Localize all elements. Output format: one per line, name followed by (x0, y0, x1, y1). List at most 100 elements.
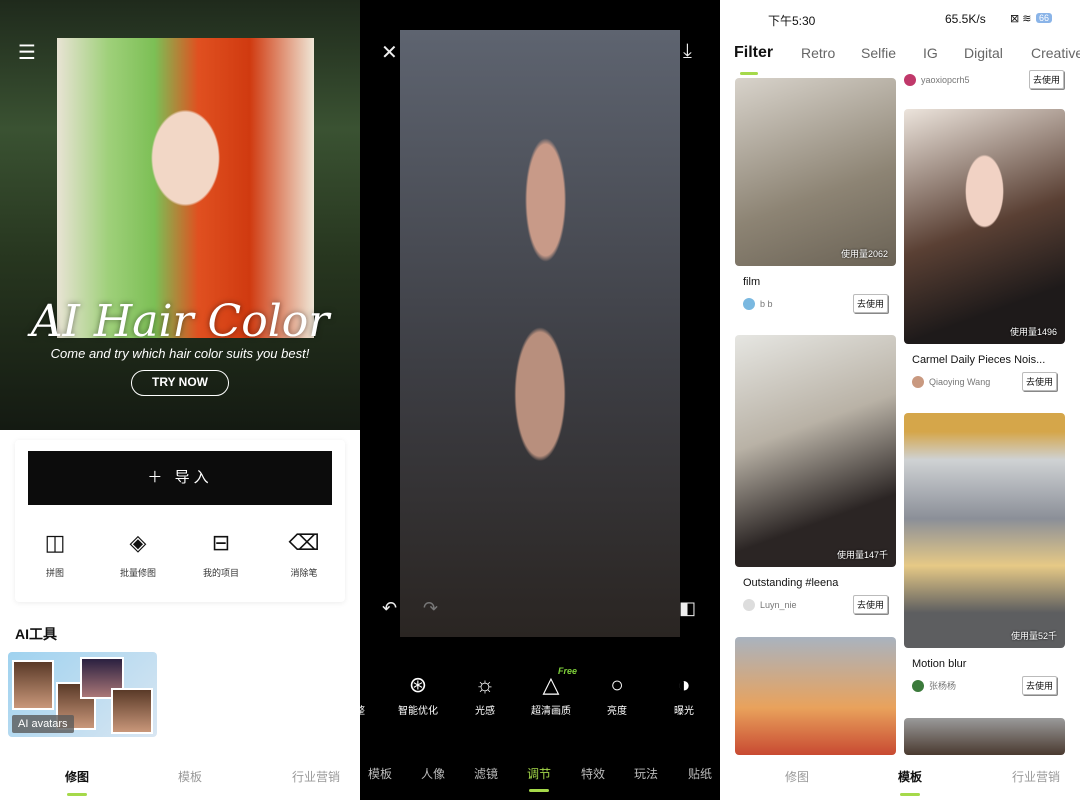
compare-icon[interactable]: ◧ (679, 598, 696, 619)
filter-card[interactable]: 使用量2062 film b b 去使用 (735, 78, 896, 313)
smart-optimize-icon: ⊛ (408, 672, 428, 697)
wifi-icon: ⊠ ≋ (1010, 13, 1032, 25)
tab-filter[interactable]: Filter (734, 44, 773, 62)
usage-count: 使用量147千 (836, 550, 888, 560)
brightness-icon: ○ (610, 672, 624, 697)
tab-digital[interactable]: Digital (964, 45, 1003, 61)
filter-preview[interactable] (904, 718, 1065, 755)
filter-preview: 使用量52千 (904, 413, 1065, 648)
tab-effects[interactable]: 特效 (573, 765, 613, 782)
tab-active-indicator (529, 789, 549, 792)
use-button[interactable]: 去使用 (1028, 70, 1064, 89)
tab-ig[interactable]: IG (923, 45, 938, 61)
paint-bucket-icon: ◈ (129, 530, 147, 555)
tool-label: 批量修图 (119, 568, 156, 578)
collage-icon: ◫ (44, 530, 66, 555)
nav-active-indicator (900, 793, 920, 796)
filter-preview: 使用量147千 (735, 335, 896, 567)
smart-optimize-tool[interactable]: ⊛ 智能优化 (388, 672, 448, 717)
tool-label: 调整 (360, 702, 385, 717)
status-time: 下午5:30 (768, 14, 816, 28)
filter-title: Outstanding #leena (743, 577, 839, 589)
ai-tools-heading: AI工具 (15, 626, 57, 642)
tab-templates[interactable]: 模板 (360, 765, 400, 782)
tool-label: 消除笔 (290, 568, 318, 578)
tab-selfie[interactable]: Selfie (861, 45, 896, 61)
tab-retro[interactable]: Retro (801, 45, 835, 61)
banner-image (57, 38, 314, 338)
tab-adjust[interactable]: 调节 (519, 765, 559, 782)
editor-screen: ✕ ⤓ ↶ ↷ ◧ ◐ 调整 ⊛ 智能优化 ☼ 光感 △ 超清画质 Free ○ 亮度 ◑… (360, 0, 720, 800)
ai-avatars-label: AI avatars (12, 715, 74, 733)
adjust-icon: ◐ (360, 672, 385, 700)
nav-marketing[interactable]: 行业营销 (276, 768, 356, 785)
use-button[interactable]: 去使用 (1021, 372, 1057, 391)
filter-preview: 使用量2062 (735, 78, 896, 266)
filter-card[interactable]: 使用量52千 Motion blur 张杨杨 去使用 (904, 413, 1065, 695)
close-icon[interactable]: ✕ (381, 40, 398, 65)
tool-my-projects[interactable]: ⊟ 我的项目 (181, 530, 261, 579)
avatar (912, 679, 924, 692)
banner-subtitle: Come and try which hair color suits you … (50, 346, 310, 361)
ai-avatars-card[interactable]: AI avatars (8, 652, 157, 737)
download-icon[interactable]: ⤓ (683, 40, 692, 63)
avatar (743, 598, 755, 611)
tool-label: 我的项目 (202, 568, 239, 578)
exposure-icon: ◑ (677, 672, 691, 697)
filter-card[interactable]: 使用量147千 Outstanding #leena Luyn_nie 去使用 (735, 335, 896, 614)
light-tool[interactable]: ☼ 光感 (455, 672, 515, 717)
author-name: 张杨杨 (929, 681, 957, 691)
try-now-button[interactable]: TRY NOW (131, 370, 229, 396)
tab-portrait[interactable]: 人像 (413, 765, 453, 782)
tool-batch-edit[interactable]: ◈ 批量修图 (98, 530, 178, 579)
tool-eraser[interactable]: ⌫ 消除笔 (264, 530, 344, 579)
filter-preview: 使用量1496 (904, 109, 1065, 344)
tool-label: 亮度 (607, 706, 627, 717)
exposure-tool[interactable]: ◑ 曝光 (654, 672, 714, 717)
tab-filters[interactable]: 滤镜 (466, 765, 506, 782)
adjust-tool[interactable]: ◐ 调整 (360, 672, 385, 717)
nav-templates[interactable]: 模板 (870, 768, 950, 785)
nav-edit[interactable]: 修图 (37, 768, 117, 785)
avatar (912, 375, 924, 388)
usage-count: 使用量1496 (1009, 327, 1057, 337)
usage-count: 使用量2062 (840, 249, 888, 259)
nav-marketing[interactable]: 行业营销 (996, 768, 1076, 785)
tab-play[interactable]: 玩法 (626, 765, 666, 782)
use-button[interactable]: 去使用 (852, 595, 888, 614)
filter-card[interactable]: 使用量1496 Carmel Daily Pieces Nois... Qiao… (904, 109, 1065, 391)
undo-icon[interactable]: ↶ (382, 598, 397, 619)
filter-gallery-screen: 下午5:30 65.5K/s ⊠ ≋ 66 Filter Retro Selfi… (720, 0, 1080, 800)
tab-stickers[interactable]: 贴纸 (680, 765, 720, 782)
free-badge: Free (558, 666, 578, 676)
use-button[interactable]: 去使用 (852, 294, 888, 313)
author-name: b b (760, 298, 773, 309)
menu-icon[interactable]: ☰ (18, 40, 36, 65)
nav-templates[interactable]: 模板 (150, 768, 230, 785)
avatar (904, 73, 916, 86)
author-name: Qiaoying Wang (929, 376, 991, 387)
redo-icon[interactable]: ↷ (423, 598, 438, 619)
nav-active-indicator (67, 793, 87, 796)
battery-level: 66 (1036, 13, 1053, 23)
tool-label: 曝光 (674, 706, 694, 717)
import-button[interactable]: ＋ 导入 (28, 451, 332, 505)
usage-count: 使用量52千 (1010, 631, 1057, 641)
tool-label: 光感 (475, 706, 495, 717)
status-network-speed: 65.5K/s (945, 12, 986, 26)
tool-label: 智能优化 (398, 706, 438, 717)
filter-preview[interactable] (735, 637, 896, 755)
eraser-icon: ⌫ (288, 530, 320, 555)
card-footer: yaoxiopcrh5 去使用 (904, 70, 1064, 89)
tool-collage[interactable]: ◫ 拼图 (15, 530, 95, 579)
use-button[interactable]: 去使用 (1021, 676, 1057, 695)
avatar (743, 297, 755, 310)
inbox-icon: ⊟ (211, 530, 231, 555)
sharpen-icon: △ (542, 672, 560, 697)
author-name: Luyn_nie (760, 599, 797, 610)
filter-title: Carmel Daily Pieces Nois... (912, 354, 1046, 366)
hd-quality-tool[interactable]: △ 超清画质 (521, 672, 581, 717)
nav-edit[interactable]: 修图 (757, 768, 837, 785)
tab-creative[interactable]: Creative (1031, 45, 1080, 61)
brightness-tool[interactable]: ○ 亮度 (587, 672, 647, 717)
